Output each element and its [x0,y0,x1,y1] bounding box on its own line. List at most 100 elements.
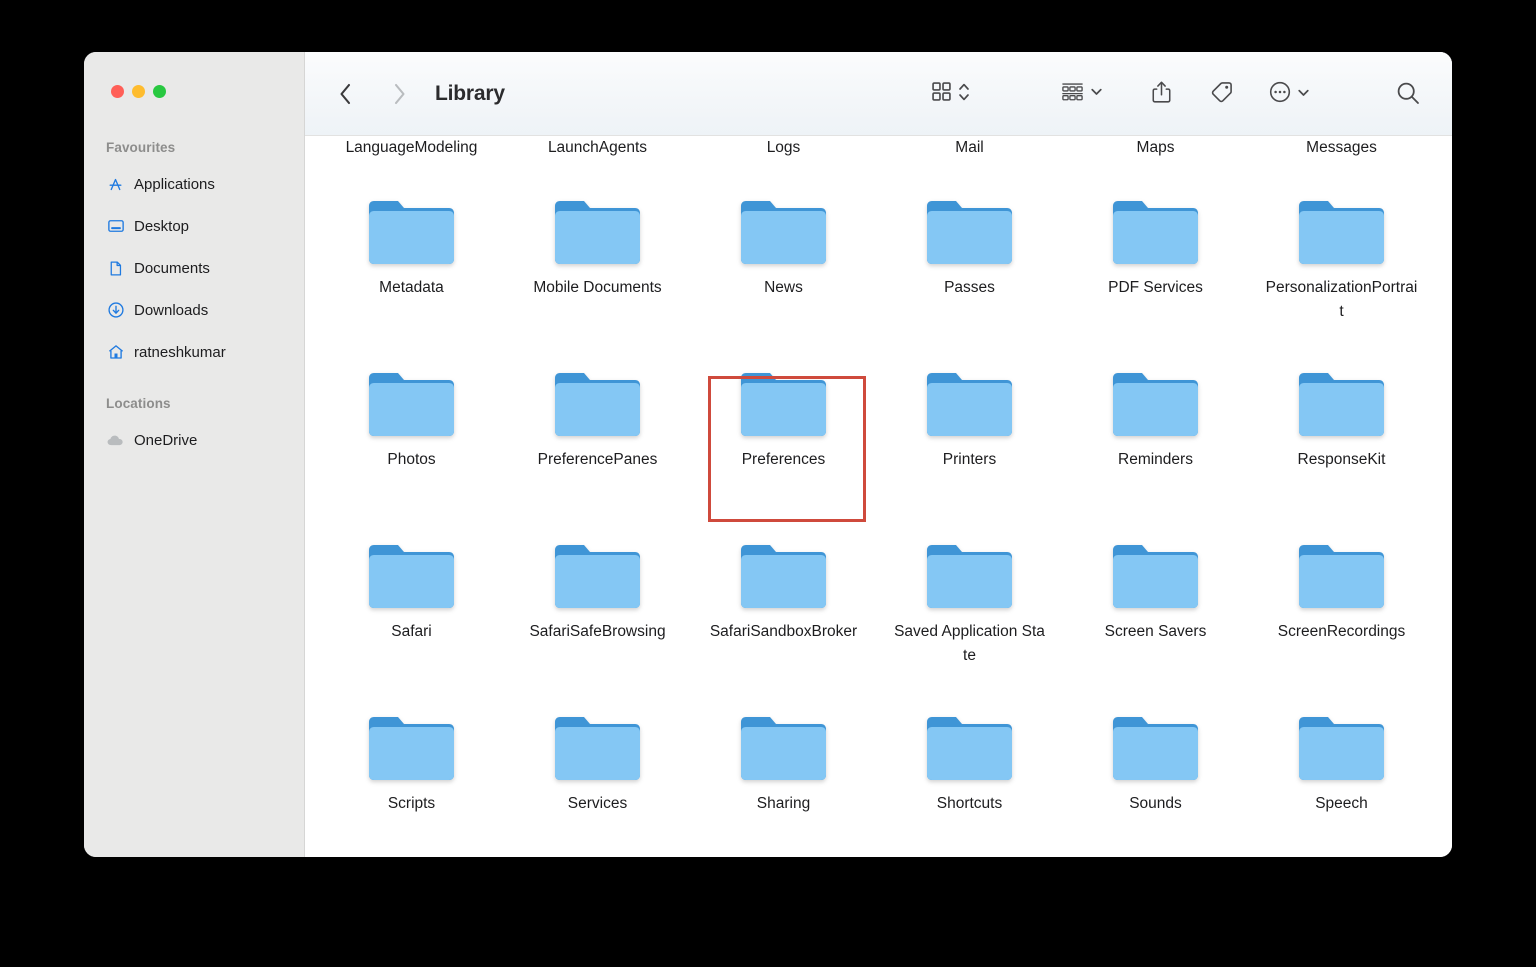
share-icon [1150,80,1173,110]
item-label: Saved Application State [894,623,1045,664]
grid-item[interactable]: Scripts [326,712,497,816]
grid-item[interactable]: Photos [326,368,497,472]
folder-icon [553,196,642,268]
search-icon [1395,80,1421,111]
grid-item[interactable]: Logs [698,136,869,160]
item-label: Services [567,795,628,812]
grid-item[interactable]: Passes [884,196,1055,300]
grid-item[interactable]: ScreenRecordings [1256,540,1427,644]
grid-item[interactable]: Sharing [698,712,869,816]
grid-item[interactable]: ResponseKit [1256,368,1427,472]
item-label: ResponseKit [1297,451,1386,468]
ellipsis-circle-icon [1268,80,1292,109]
group-by-button[interactable] [1060,80,1103,108]
item-label: Maps [1136,139,1175,156]
sidebar-item-documents[interactable]: Documents [94,254,294,282]
grid-row: LanguageModeling LaunchAgents Logs Mail … [305,136,1452,196]
item-label: ScreenRecordings [1277,623,1406,640]
item-label: Photos [387,451,436,468]
folder-icon [1297,196,1386,268]
folder-icon [553,368,642,440]
grid-item[interactable]: Safari [326,540,497,644]
sidebar-item-desktop[interactable]: Desktop [94,212,294,240]
grid-item[interactable]: LanguageModeling [326,136,497,160]
search-button[interactable] [1395,80,1421,111]
item-label: PersonalizationPortrait [1265,279,1418,320]
share-button[interactable] [1150,80,1173,110]
folder-icon [739,368,828,440]
minimize-button[interactable] [132,85,145,98]
chevron-down-icon [1090,85,1103,103]
sidebar-item-home[interactable]: ratneshkumar [94,338,294,366]
item-label: Logs [766,139,801,156]
file-grid[interactable]: LanguageModeling LaunchAgents Logs Mail … [305,136,1452,857]
sidebar-item-applications[interactable]: Applications [94,170,294,198]
grid-item[interactable]: Speech [1256,712,1427,816]
item-label: Safari [391,623,432,640]
downloads-icon [106,301,125,320]
grid-item[interactable]: Reminders [1070,368,1241,472]
item-label: PreferencePanes [537,451,658,468]
folder-icon [925,540,1014,612]
sidebar-item-downloads[interactable]: Downloads [94,296,294,324]
sidebar-section-locations-header: Locations [106,396,171,411]
item-label: Preferences [741,451,826,468]
window-controls [111,85,166,98]
view-mode-button[interactable] [930,80,970,108]
item-label: Sounds [1129,795,1182,812]
grid-row: Metadata Mobile Documents News Passes PD… [305,196,1452,368]
chevron-down-icon [1297,86,1310,104]
folder-icon [1111,712,1200,784]
page-title: Library [435,82,505,105]
grid-row: Photos PreferencePanes Preferences Print… [305,368,1452,540]
maximize-button[interactable] [153,85,166,98]
grid-item[interactable]: Maps [1070,136,1241,160]
grid-item[interactable]: Messages [1256,136,1427,160]
grid-item[interactable]: Mail [884,136,1055,160]
grid-item[interactable]: SafariSandboxBroker [698,540,869,644]
grid-item[interactable]: PreferencePanes [512,368,683,472]
group-list-icon [1060,80,1085,108]
grid-item[interactable]: Services [512,712,683,816]
folder-icon [739,196,828,268]
grid-item[interactable]: PDF Services [1070,196,1241,300]
folder-icon [367,368,456,440]
grid-item-preferences[interactable]: Preferences [698,368,869,472]
folder-icon [739,540,828,612]
grid-item[interactable]: Shortcuts [884,712,1055,816]
folder-icon [367,712,456,784]
desktop-icon [106,217,125,236]
sidebar-section-favourites-header: Favourites [106,140,176,155]
grid-item[interactable]: News [698,196,869,300]
folder-icon [367,540,456,612]
grid-item[interactable]: Screen Savers [1070,540,1241,644]
sidebar-item-label: Downloads [134,301,209,319]
folder-icon [739,712,828,784]
sidebar-item-label: Applications [134,175,215,193]
grid-row: Scripts Services Sharing Shortcuts Sound… [305,712,1452,857]
item-label: Sharing [756,795,811,812]
sidebar: Favourites Applications Desktop Document… [84,52,305,857]
close-button[interactable] [111,85,124,98]
document-icon [106,259,125,278]
folder-icon [925,712,1014,784]
grid-icon [930,80,953,108]
grid-item[interactable]: Printers [884,368,1055,472]
grid-row: Safari SafariSafeBrowsing SafariSandboxB… [305,540,1452,712]
item-label: Screen Savers [1104,623,1207,640]
grid-item[interactable]: PersonalizationPortrait [1256,196,1427,324]
item-label: LaunchAgents [547,139,648,156]
item-label: Speech [1315,795,1368,812]
forward-button[interactable] [386,81,412,107]
sidebar-item-onedrive[interactable]: OneDrive [94,426,294,454]
grid-item[interactable]: Sounds [1070,712,1241,816]
item-label: Shortcuts [936,795,1003,812]
grid-item[interactable]: LaunchAgents [512,136,683,160]
grid-item[interactable]: Mobile Documents [512,196,683,300]
grid-item[interactable]: Metadata [326,196,497,300]
grid-item[interactable]: SafariSafeBrowsing [512,540,683,644]
back-button[interactable] [332,81,358,107]
more-actions-button[interactable] [1268,80,1310,109]
tags-button[interactable] [1210,80,1234,109]
grid-item[interactable]: Saved Application State [884,540,1055,668]
